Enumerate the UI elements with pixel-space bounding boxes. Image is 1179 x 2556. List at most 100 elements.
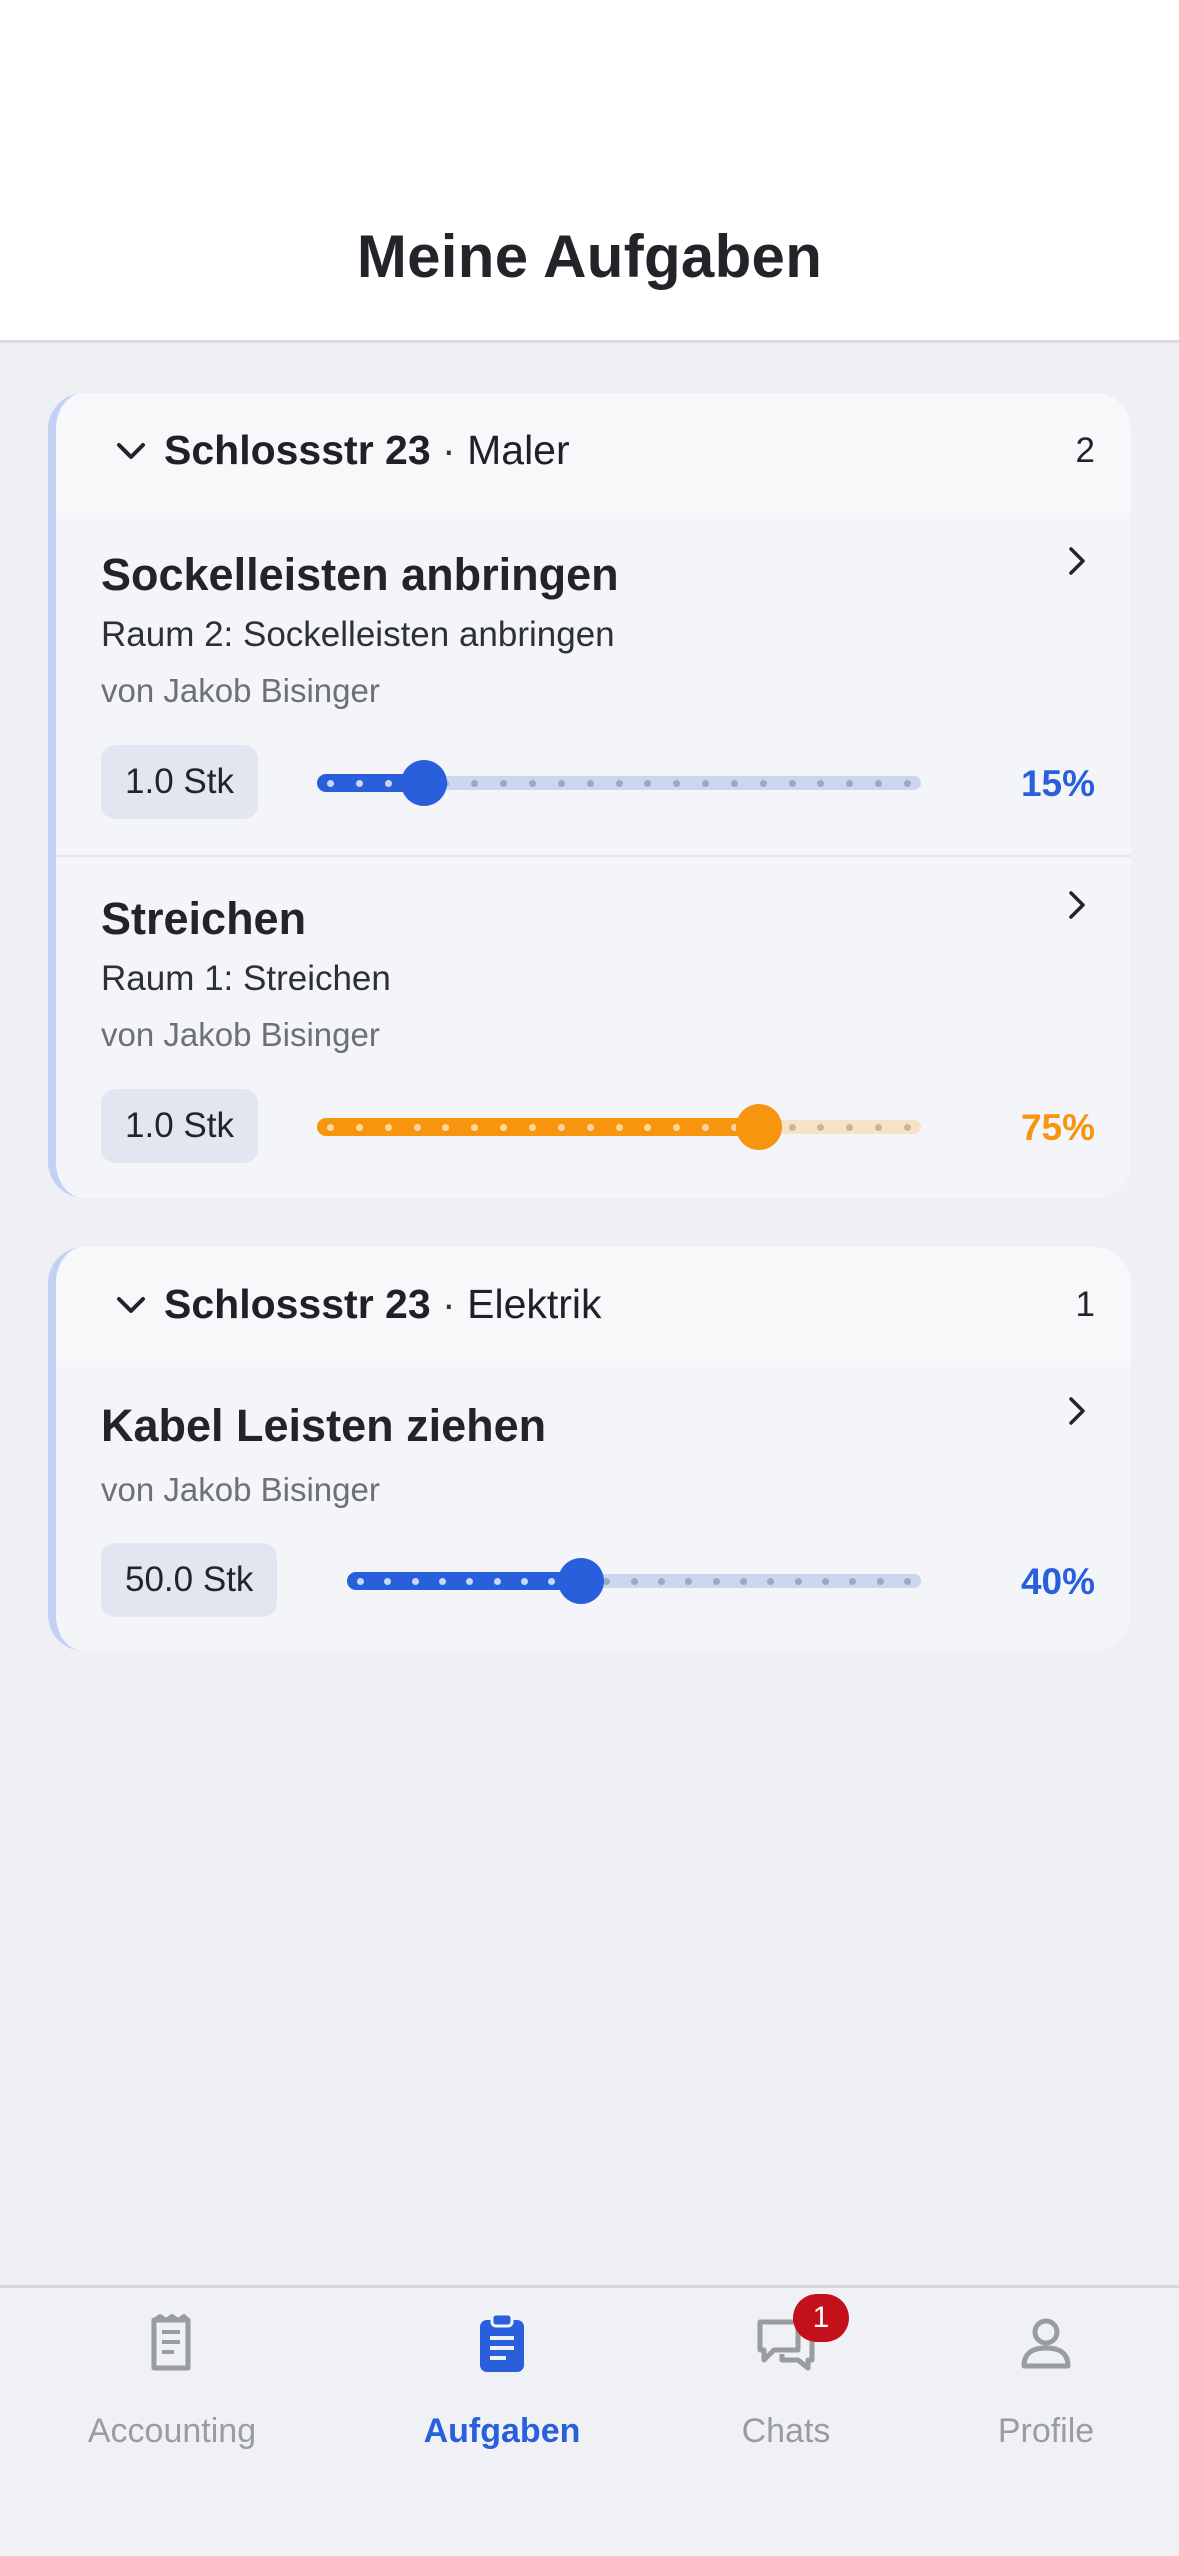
slider-tick — [673, 1124, 681, 1131]
slider-tick — [357, 1578, 364, 1585]
slider-tick — [586, 780, 594, 787]
group-header[interactable]: Schlossstr 23 · Maler 2 — [56, 393, 1131, 513]
tab-accounting[interactable]: Accounting — [52, 2288, 292, 2458]
slider-tick — [557, 780, 565, 787]
chevron-down-icon — [117, 443, 145, 459]
slider-tick — [413, 1124, 421, 1131]
task-description: Raum 2: Sockelleisten anbringen — [101, 615, 615, 654]
slider-tick — [759, 780, 767, 787]
slider-tick — [712, 1578, 720, 1585]
slider-tick — [528, 780, 536, 787]
slider-tick — [327, 1124, 334, 1131]
slider-thumb[interactable] — [400, 760, 447, 806]
group-trade: Elektrik — [467, 1281, 602, 1327]
slider-tick — [875, 1124, 883, 1131]
group-separator: · — [442, 427, 456, 473]
slider-tick — [528, 1124, 536, 1131]
task-title: Kabel Leisten ziehen — [101, 1400, 547, 1451]
slider-tick — [702, 780, 710, 787]
slider-tick — [673, 780, 681, 787]
tab-profile[interactable]: Profile — [926, 2288, 1166, 2458]
slider-tick — [644, 780, 652, 787]
receipt-icon — [151, 2314, 191, 2371]
person-icon — [1021, 2318, 1071, 2369]
progress-percent: 40% — [1020, 1561, 1095, 1602]
app-header: Meine Aufgaben — [0, 0, 1179, 343]
page-title: Meine Aufgaben — [356, 223, 823, 290]
slider-tick — [384, 1124, 392, 1131]
clipboard-icon — [480, 2312, 524, 2372]
tab-chats[interactable]: 1 Chats — [666, 2288, 906, 2458]
task-group-elektrik: Schlossstr 23 · Elektrik 1 Kabel Leisten… — [48, 1247, 1131, 1651]
slider-tick — [384, 1578, 392, 1585]
group-title: Schlossstr 23 · Elektrik — [164, 1281, 602, 1328]
group-count: 1 — [1075, 1285, 1095, 1324]
slider-tick — [355, 1124, 363, 1131]
slider-thumb[interactable] — [735, 1104, 782, 1150]
slider-tick — [615, 1124, 623, 1131]
slider-tick — [327, 780, 334, 787]
slider-tick — [821, 1578, 829, 1585]
group-location: Schlossstr 23 — [164, 1281, 431, 1327]
slider-tick — [471, 1124, 479, 1131]
slider-tick — [355, 780, 363, 787]
group-header[interactable]: Schlossstr 23 · Elektrik 1 — [56, 1247, 1131, 1367]
slider-tick — [788, 1124, 796, 1131]
task-author: von Jakob Bisinger — [101, 1471, 380, 1508]
slider-tick — [685, 1578, 693, 1585]
task-card[interactable]: Kabel Leisten ziehen von Jakob Bisinger … — [56, 1367, 1131, 1651]
task-group-maler: Schlossstr 23 · Maler 2 Sockelleisten an… — [48, 393, 1131, 1198]
chevron-right-icon[interactable] — [1059, 1393, 1095, 1429]
progress-slider[interactable] — [317, 760, 921, 806]
slider-tick — [817, 780, 825, 787]
task-card[interactable]: Sockelleisten anbringen Raum 2: Sockelle… — [56, 513, 1131, 855]
tab-label: Accounting — [87, 2412, 257, 2450]
task-author: von Jakob Bisinger — [101, 1016, 380, 1053]
slider-thumb[interactable] — [558, 1558, 605, 1604]
slider-tick — [603, 1578, 611, 1585]
slider-tick — [702, 1124, 710, 1131]
slider-tick — [442, 1124, 450, 1131]
slider-tick — [500, 780, 508, 787]
tab-label: Profile — [997, 2412, 1095, 2450]
slider-tick — [630, 1578, 638, 1585]
slider-tick — [644, 1124, 652, 1131]
task-card[interactable]: Streichen Raum 1: Streichen von Jakob Bi… — [56, 855, 1131, 1198]
slider-tick — [904, 1124, 911, 1131]
slider-tick — [849, 1578, 857, 1585]
task-title: Sockelleisten anbringen — [101, 549, 619, 600]
chevron-right-icon[interactable] — [1059, 543, 1095, 579]
slider-tick — [471, 780, 479, 787]
bottom-tab-bar: Accounting Aufgaben 1 Chats Profile — [0, 2285, 1179, 2556]
slider-tick — [846, 1124, 854, 1131]
slider-tick — [493, 1578, 501, 1585]
tab-label: Chats — [741, 2412, 831, 2450]
group-title: Schlossstr 23 · Maler — [164, 427, 570, 474]
tab-aufgaben[interactable]: Aufgaben — [382, 2288, 622, 2458]
slider-tick — [411, 1578, 419, 1585]
progress-slider[interactable] — [317, 1104, 921, 1150]
slider-tick — [767, 1578, 775, 1585]
slider-tick — [730, 780, 738, 787]
chevron-right-icon[interactable] — [1059, 887, 1095, 923]
slider-tick — [615, 780, 623, 787]
slider-tick — [521, 1578, 529, 1585]
slider-tick — [466, 1578, 474, 1585]
quantity-chip: 50.0 Stk — [101, 1543, 278, 1617]
quantity-chip: 1.0 Stk — [101, 745, 258, 819]
progress-percent: 75% — [1020, 1107, 1095, 1148]
tab-label: Aufgaben — [423, 2412, 581, 2450]
slider-tick — [500, 1124, 508, 1131]
slider-tick — [657, 1578, 665, 1585]
slider-tick — [817, 1124, 825, 1131]
progress-percent: 15% — [1020, 763, 1095, 804]
group-location: Schlossstr 23 — [164, 427, 431, 473]
slider-tick — [788, 780, 796, 787]
slider-tick — [739, 1578, 747, 1585]
group-trade: Maler — [467, 427, 570, 473]
slider-tick — [876, 1578, 884, 1585]
progress-slider[interactable] — [347, 1558, 921, 1604]
task-author: von Jakob Bisinger — [101, 672, 380, 709]
slider-tick — [875, 780, 883, 787]
slider-tick — [846, 780, 854, 787]
